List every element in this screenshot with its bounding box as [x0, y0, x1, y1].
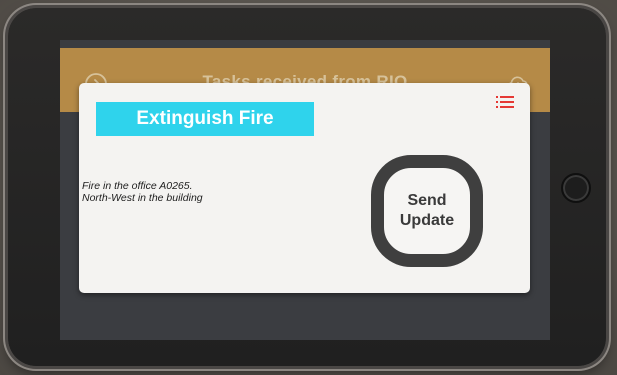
task-card: Extinguish Fire Fire in the office A0265…	[79, 83, 530, 293]
task-title: Extinguish Fire	[136, 108, 274, 129]
task-title-box: Extinguish Fire	[96, 102, 314, 136]
send-update-button[interactable]: Send Update	[371, 155, 483, 267]
task-description-line1: Fire in the office A0265.	[82, 180, 193, 192]
scene-background: Tasks received from RIO Extinguish Fire …	[0, 0, 617, 375]
task-description-line2: North-West in the building	[82, 192, 203, 204]
tablet-home-button[interactable]	[561, 173, 591, 203]
send-update-label-line2: Update	[399, 212, 455, 229]
send-update-label: Send Update	[384, 191, 470, 231]
task-description: Fire in the office A0265. North-West in …	[82, 180, 203, 204]
list-menu-icon[interactable]	[496, 95, 514, 109]
send-update-label-line1: Send	[407, 192, 447, 209]
